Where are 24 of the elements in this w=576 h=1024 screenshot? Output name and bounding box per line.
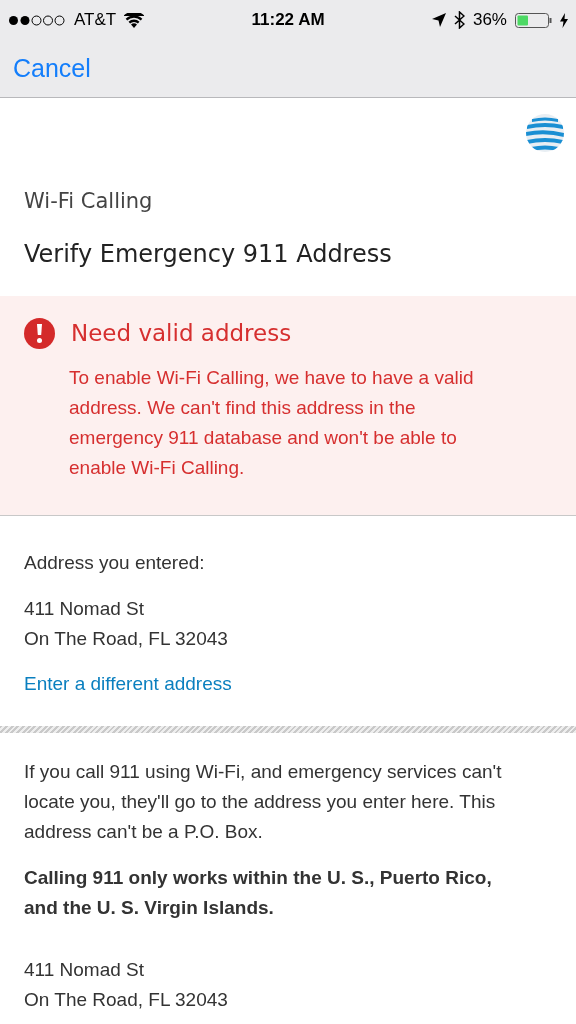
alert-title: Need valid address bbox=[71, 319, 292, 349]
address-label: Address you entered: bbox=[24, 550, 206, 575]
location-arrow-icon bbox=[431, 13, 446, 27]
cancel-button[interactable]: Cancel bbox=[13, 49, 91, 88]
coverage-notice: Calling 911 only works within the U. S., Puerto Rico, and the U. S. Virgin Islands. bbox=[24, 866, 493, 921]
address-line: On The Road, FL 32043 bbox=[24, 626, 229, 651]
info-paragraph: If you call 911 using Wi-Fi, and emergency services can't locate you, they'll go to the address you enter here. This address can't be a P.O. Box. bbox=[24, 760, 503, 845]
section-label: Wi-Fi Calling bbox=[24, 188, 154, 215]
carrier-name: AT&T bbox=[74, 9, 117, 32]
change-address-link[interactable]: Enter a different address bbox=[24, 672, 232, 694]
status-time: 11:22 AM bbox=[251, 9, 325, 32]
page-title: Verify Emergency 911 Address bbox=[24, 239, 393, 269]
battery-percent: 36% bbox=[472, 9, 507, 32]
battery-icon bbox=[515, 12, 552, 28]
alert-message: To enable Wi-Fi Calling, we have to have a valid address. We can't find this address in the emergency 911 database and won't be able to enable Wi-Fi Calling. bbox=[69, 365, 475, 480]
address-line: 411 Nomad St bbox=[24, 958, 146, 983]
charging-icon bbox=[560, 12, 568, 28]
error-icon bbox=[24, 318, 55, 350]
signal-icon bbox=[8, 14, 66, 26]
wifi-icon bbox=[124, 12, 145, 28]
bluetooth-icon bbox=[453, 11, 465, 29]
address-line: On The Road, FL 32043 bbox=[24, 988, 229, 1013]
address-line: 411 Nomad St bbox=[24, 596, 146, 621]
globe-logo bbox=[526, 114, 564, 152]
